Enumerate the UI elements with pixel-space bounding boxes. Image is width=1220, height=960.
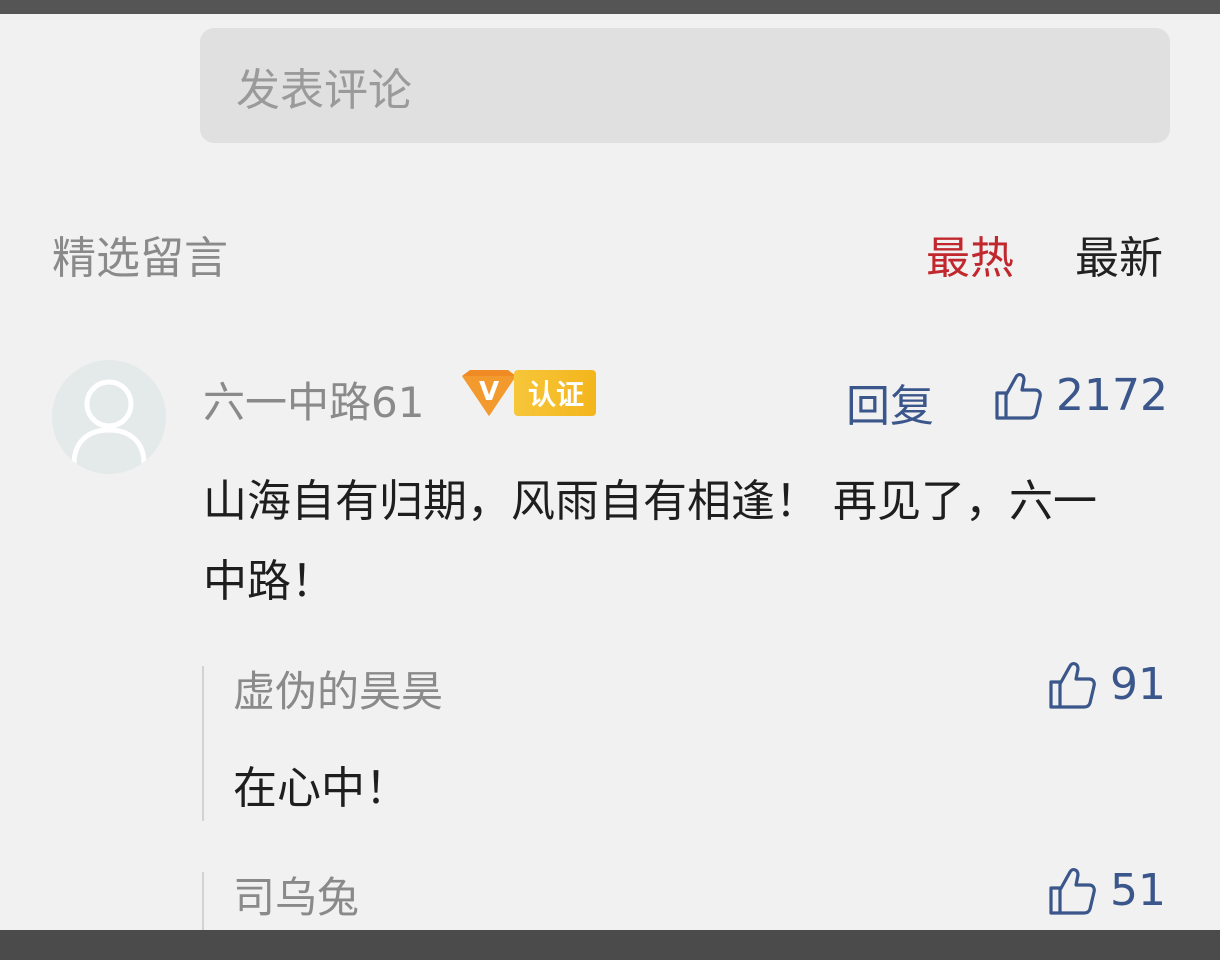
reply-text: 在心中！ bbox=[233, 763, 409, 814]
comments-screen: 发表评论 精选留言 最热 最新 六一中路61 V 认证 回复 2172 山海自有… bbox=[0, 14, 1220, 930]
reply-like-count: 51 bbox=[1110, 865, 1166, 916]
section-title: 精选留言 bbox=[52, 233, 228, 284]
reply-divider bbox=[202, 666, 204, 821]
user-icon bbox=[71, 379, 147, 465]
sort-hot-tab[interactable]: 最热 bbox=[926, 222, 1014, 286]
like-button[interactable]: 2172 bbox=[994, 370, 1168, 421]
comment-author[interactable]: 六一中路61 bbox=[203, 369, 424, 430]
verified-badge: V 认证 bbox=[458, 368, 597, 418]
verified-v-icon: V bbox=[462, 370, 516, 416]
svg-text:V: V bbox=[479, 377, 499, 407]
thumbs-up-icon bbox=[1049, 867, 1096, 915]
avatar[interactable] bbox=[52, 360, 166, 474]
reply-divider bbox=[202, 872, 204, 930]
bottom-bar bbox=[0, 930, 1220, 960]
thumbs-up-icon bbox=[1049, 661, 1096, 709]
reply-like-button[interactable]: 51 bbox=[1048, 865, 1166, 916]
comment-text: 山海自有归期，风雨自有相逢！ 再见了，六一中路！ bbox=[203, 476, 1097, 607]
reply-like-count: 91 bbox=[1110, 659, 1166, 710]
verified-label: 认证 bbox=[514, 370, 597, 416]
reply-like-button[interactable]: 91 bbox=[1048, 659, 1166, 710]
comment-input-placeholder: 发表评论 bbox=[236, 64, 412, 116]
sort-new-tab[interactable]: 最新 bbox=[1075, 222, 1163, 286]
thumbs-up-icon bbox=[995, 372, 1042, 420]
like-count: 2172 bbox=[1056, 370, 1168, 421]
reply-button[interactable]: 回复 bbox=[846, 370, 934, 434]
comment-input[interactable]: 发表评论 bbox=[200, 28, 1170, 143]
reply-author[interactable]: 虚伪的昊昊 bbox=[233, 658, 443, 719]
reply-author[interactable]: 司乌兔 bbox=[233, 864, 359, 925]
